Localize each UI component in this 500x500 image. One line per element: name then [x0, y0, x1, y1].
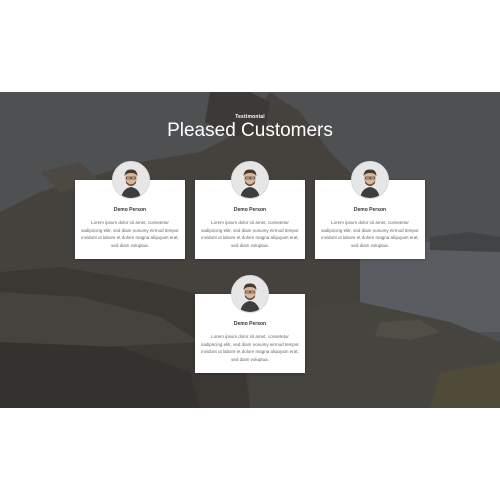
person-avatar-icon — [231, 161, 269, 199]
testimonial-text: Lorem ipsum dolor sit amet, consetetur s… — [321, 220, 419, 248]
testimonial-text: Lorem ipsum dolor sit amet, consetetur s… — [81, 220, 179, 248]
person-avatar-icon — [351, 161, 389, 199]
person-avatar-icon — [231, 275, 269, 313]
person-avatar-icon — [112, 161, 150, 199]
testimonial-text: Lorem ipsum dolor sit amet, consetetur s… — [201, 220, 299, 248]
testimonial-name: Demo Person — [233, 321, 267, 327]
testimonial-name: Demo Person — [113, 207, 147, 213]
section-title: Pleased Customers — [167, 120, 333, 141]
testimonial-name: Demo Person — [233, 207, 267, 213]
testimonial-text: Lorem ipsum dolor sit amet, consetetur s… — [201, 334, 299, 362]
testimonial-name: Demo Person — [353, 207, 387, 213]
